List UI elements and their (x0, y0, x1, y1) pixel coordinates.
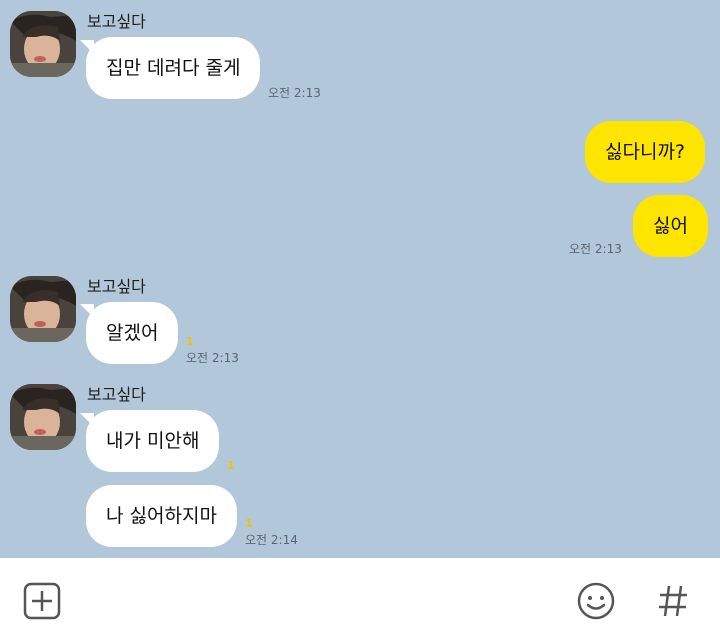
message-bubble-incoming[interactable]: 내가 미안해 (86, 410, 220, 472)
avatar[interactable] (10, 276, 76, 342)
smiley-icon[interactable] (576, 581, 616, 621)
sender-name: 보고싶다 (87, 12, 146, 31)
message-time: 오전 2:13 (569, 242, 622, 256)
message-bubble-incoming[interactable]: 집만 데려다 줄게 (86, 37, 261, 99)
message-bubble-outgoing[interactable]: 싫다니까? (585, 121, 706, 183)
sender-name: 보고싶다 (87, 385, 146, 404)
message-time: 오전 2:13 (268, 86, 321, 100)
message-time: 오전 2:14 (245, 533, 298, 547)
plus-square-icon[interactable] (23, 582, 61, 620)
message-bubble-outgoing[interactable]: 싫어 (633, 195, 708, 257)
avatar[interactable] (10, 11, 76, 77)
sender-name: 보고싶다 (87, 277, 146, 296)
message-bubble-incoming[interactable]: 나 싫어하지마 (86, 485, 237, 547)
message-bubble-incoming[interactable]: 알겠어 (86, 302, 179, 364)
unread-count: 1 (186, 335, 194, 348)
hash-icon[interactable] (657, 583, 689, 619)
avatar[interactable] (10, 384, 76, 450)
chat-area: 보고싶다 집만 데려다 줄게 오전 2:13 싫다니까? 싫어 오전 2:13 … (0, 0, 720, 558)
unread-count: 1 (227, 459, 235, 472)
input-bar (0, 558, 720, 643)
message-time: 오전 2:13 (186, 351, 239, 365)
unread-count: 1 (245, 517, 253, 530)
